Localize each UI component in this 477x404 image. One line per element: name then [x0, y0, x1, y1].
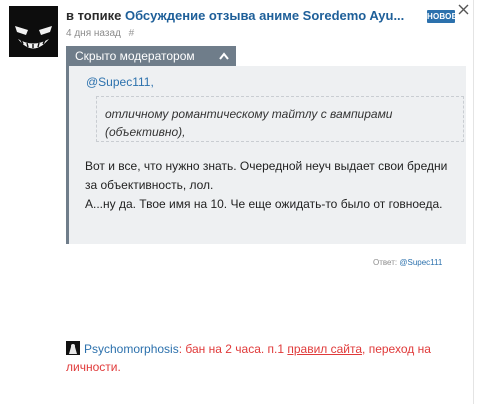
reply-to: Ответ: @Supec111 [373, 258, 442, 267]
page-edge-divider [473, 0, 474, 404]
comment-line: А...ну да. Твое имя на 10. Че еще ожидат… [85, 197, 443, 211]
permalink-anchor[interactable]: # [129, 28, 135, 39]
post-header: в топике Обсуждение отзыва аниме Soredem… [66, 8, 426, 23]
comment-text: Вот и все, что нужно знать. Очередной не… [85, 157, 460, 214]
moderated-toggle[interactable]: Скрыто модератором [66, 46, 236, 66]
moderation-text: : бан на 2 часа. п.1 [178, 342, 288, 356]
hidden-comment-body: @Supec111, отличному романтическому тайт… [66, 66, 466, 244]
mention-link[interactable]: @Supec111, [86, 75, 154, 89]
post-prefix: в топике [66, 8, 122, 23]
close-icon[interactable] [458, 4, 469, 15]
avatar-image [9, 6, 58, 57]
comment-line: Вот и все, что нужно знать. Очередной не… [85, 159, 448, 192]
chevron-up-icon [219, 52, 229, 60]
reply-user-link[interactable]: @Supec111 [399, 258, 442, 267]
quote-block: отличному романтическому тайтлу с вампир… [96, 96, 464, 142]
reply-label: Ответ: [373, 258, 398, 267]
user-avatar[interactable] [9, 6, 58, 57]
post-time[interactable]: 4 дня назад [66, 28, 121, 39]
post-meta: 4 дня назад # [66, 28, 134, 39]
moderator-link[interactable]: Psychomorphosis [84, 342, 179, 356]
moderation-note: Psychomorphosis: бан на 2 часа. п.1 прав… [66, 340, 466, 376]
topic-link[interactable]: Обсуждение отзыва аниме Soredemo Ayu... [125, 8, 404, 23]
new-badge: НОВОЕ [427, 10, 458, 23]
site-rules-link[interactable]: правил сайта [287, 342, 362, 356]
moderator-avatar-icon[interactable] [66, 341, 80, 355]
moderated-label: Скрыто модератором [75, 49, 195, 63]
